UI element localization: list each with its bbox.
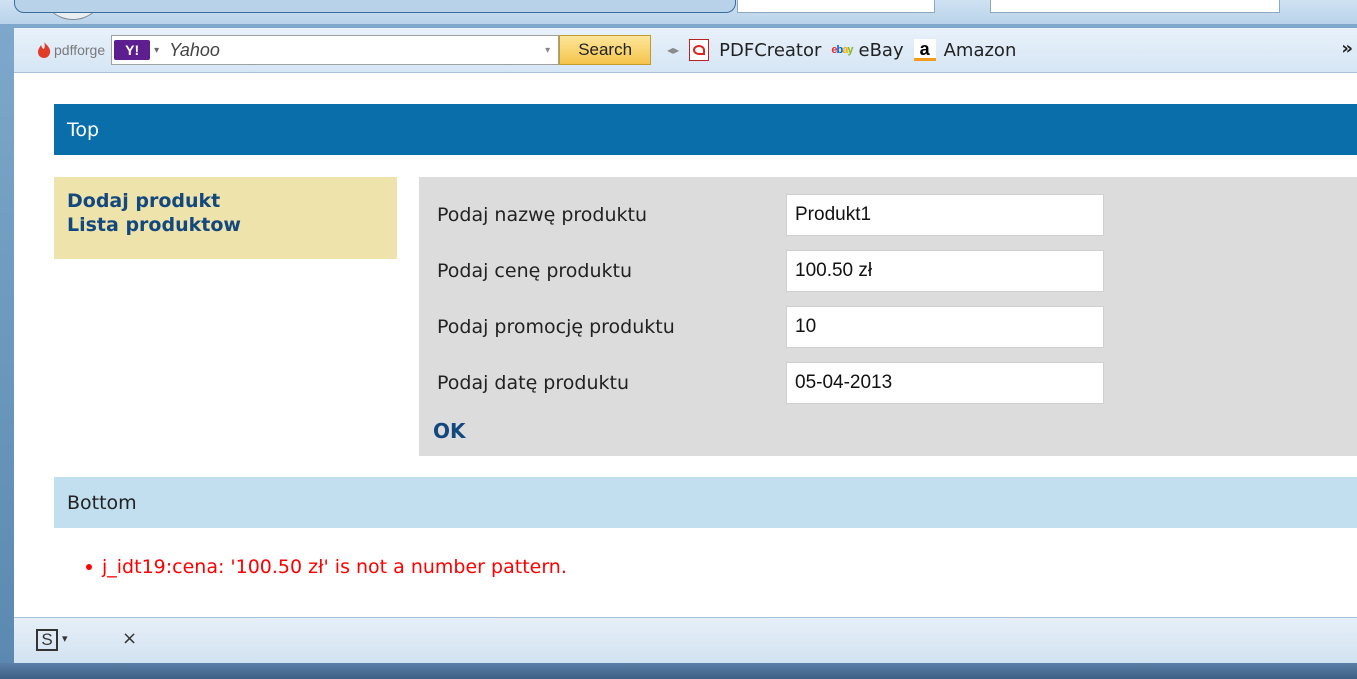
field-label: Podaj promocję produktu [437,316,675,338]
product-price-input[interactable] [786,250,1104,292]
error-message: j_idt19:cena: '100.50 zł' is not a numbe… [86,556,567,578]
bookmark-label: Amazon [943,39,1017,61]
status-bar: S ▾ × [14,617,1357,664]
s-icon[interactable]: S [36,629,58,651]
ebay-icon: ebay [831,44,853,56]
product-form: Podaj nazwę produktu Podaj cenę produktu… [419,177,1357,456]
field-label: Podaj nazwę produktu [437,204,648,226]
pdfforge-label: pdfforge [54,42,106,58]
pdf-icon [689,39,710,61]
pdfforge-button[interactable]: pdfforge [36,41,105,59]
amazon-icon: a [913,39,936,61]
bookmark-label: PDFCreator [719,39,822,61]
field-label: Podaj cenę produktu [437,260,633,282]
search-button[interactable]: Search [559,35,652,65]
product-name-input[interactable] [786,194,1104,236]
taskbar [0,663,1357,679]
field-label: Podaj datę produktu [437,372,629,394]
chevron-down-icon[interactable]: ▾ [62,632,68,645]
form-row-promotion: Podaj promocję produktu [437,306,1104,348]
menu-link-dodaj-produkt[interactable]: Dodaj produkt [67,189,384,213]
side-menu: Dodaj produkt Lista produktow [54,177,397,259]
page-footer: Bottom [54,477,1357,528]
bookmark-ebay[interactable]: ebay eBay [831,40,903,61]
toolbar-resize-icon[interactable]: ◂▸ [667,43,679,57]
yahoo-logo-icon[interactable]: Y! [114,40,151,60]
menu-link-lista-produktow[interactable]: Lista produktow [67,213,384,237]
browser-window: pdfforge Y! ▾ Yahoo ▾ Search ◂▸ PDFCreat… [0,0,1357,679]
error-text: j_idt19:cena: '100.50 zł' is not a numbe… [102,556,567,578]
form-row-price: Podaj cenę produktu [437,250,1104,292]
close-icon[interactable]: × [122,628,137,649]
search-field[interactable] [990,0,1280,13]
page-header: Top [54,104,1357,155]
page-viewport: Top Dodaj produkt Lista produktow Podaj … [14,73,1357,617]
bookmark-label: eBay [858,39,904,61]
bookmark-amazon[interactable]: a Amazon [913,39,1017,61]
toolbar: pdfforge Y! ▾ Yahoo ▾ Search ◂▸ PDFCreat… [14,28,1357,73]
product-date-input[interactable] [786,362,1104,404]
search-dropdown-icon[interactable]: ▾ [545,45,550,56]
ok-submit-link[interactable]: OK [433,419,466,443]
more-bookmarks-button[interactable]: » [1341,38,1353,59]
address-bar[interactable] [14,0,736,13]
bookmark-pdfcreator[interactable]: PDFCreator [689,39,821,61]
tab[interactable] [737,0,935,13]
form-row-date: Podaj datę produktu [437,362,1104,404]
bullet-icon [86,564,92,570]
error-list: j_idt19:cena: '100.50 zł' is not a numbe… [86,556,567,578]
yahoo-search-box[interactable]: Y! ▾ Yahoo ▾ [111,35,560,65]
form-row-name: Podaj nazwę produktu [437,194,1104,236]
chevron-down-icon[interactable]: ▾ [154,45,159,56]
product-promotion-input[interactable] [786,306,1104,348]
search-input[interactable]: Yahoo [169,40,545,61]
pdfforge-flame-icon [38,42,51,58]
browser-top-chrome [0,0,1357,24]
